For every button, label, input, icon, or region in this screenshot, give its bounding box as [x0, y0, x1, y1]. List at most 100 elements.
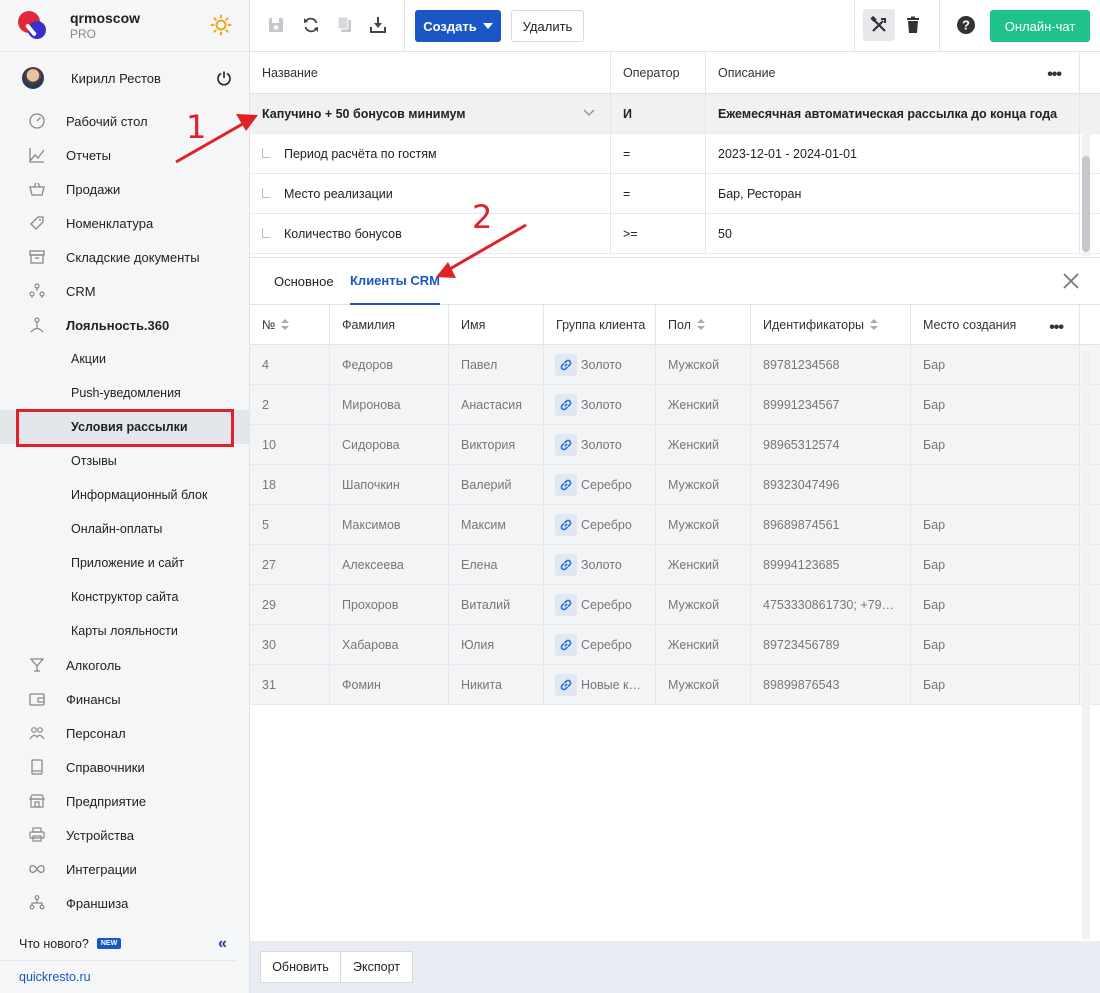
store-icon: [28, 792, 46, 810]
chevron-down-icon[interactable]: [582, 106, 596, 120]
link-icon[interactable]: [555, 393, 577, 416]
sidebar-item[interactable]: Справочники: [0, 750, 249, 784]
create-button[interactable]: Создать: [415, 10, 501, 42]
sidebar-item[interactable]: Номенклатура: [0, 206, 249, 240]
delete-button[interactable]: Удалить: [511, 10, 584, 42]
condition-operator: >=: [611, 214, 706, 253]
sidebar-item[interactable]: Онлайн-оплаты: [0, 512, 249, 546]
sidebar-item[interactable]: Конструктор сайта: [0, 580, 249, 614]
export-button[interactable]: Экспорт: [340, 951, 413, 983]
sidebar-item[interactable]: Предприятие: [0, 784, 249, 818]
help-icon[interactable]: ?: [956, 15, 976, 35]
network-icon: [28, 894, 46, 912]
sidebar-item[interactable]: Персонал: [0, 716, 249, 750]
sidebar-item[interactable]: Складские документы: [0, 240, 249, 274]
sidebar-item[interactable]: Приложение и сайт: [0, 546, 249, 580]
link-icon[interactable]: [555, 593, 577, 616]
collapse-sidebar-icon[interactable]: «: [218, 935, 227, 953]
sidebar-item[interactable]: Интеграции: [0, 852, 249, 886]
table-row[interactable]: 30 Хабарова Юлия Серебро Женский 89723456789 Б…: [250, 625, 1100, 665]
conditions-scrollbar[interactable]: [1082, 96, 1090, 256]
condition-row[interactable]: Количество бонусов >= 50: [250, 214, 1100, 254]
column-header-gender[interactable]: Пол: [656, 305, 751, 344]
table-row[interactable]: 18 Шапочкин Валерий Серебро Мужской 893230474…: [250, 465, 1100, 505]
client-surname-text: Федоров: [342, 357, 393, 372]
clients-scrollbar[interactable]: [1082, 351, 1090, 939]
power-icon[interactable]: [216, 70, 232, 86]
sort-icon[interactable]: [281, 318, 290, 331]
column-header-client-group[interactable]: Группа клиента: [544, 305, 656, 344]
column-header-description[interactable]: Описание •••: [706, 52, 1080, 93]
sidebar-item[interactable]: Push-уведомления: [0, 376, 249, 410]
refresh-button[interactable]: Обновить: [260, 951, 341, 983]
column-header-first-name[interactable]: Имя: [449, 305, 544, 344]
trash-icon[interactable]: [903, 15, 923, 35]
tab-crm-clients[interactable]: Клиенты CRM: [350, 258, 440, 305]
sidebar-item[interactable]: Алкоголь: [0, 648, 249, 682]
infinity-icon: [28, 860, 46, 878]
sort-icon[interactable]: [696, 318, 705, 331]
link-icon[interactable]: [555, 673, 577, 696]
sidebar-item[interactable]: Финансы: [0, 682, 249, 716]
table-row[interactable]: 29 Прохоров Виталий Серебро Мужской 475333086…: [250, 585, 1100, 625]
sidebar-item[interactable]: Рабочий стол: [0, 104, 249, 138]
save-icon[interactable]: [266, 15, 286, 35]
refresh-icon[interactable]: [301, 15, 321, 35]
table-row[interactable]: 4 Федоров Павел Золото Мужской 89781234568 Бар: [250, 345, 1100, 385]
client-group: Новые к…: [544, 665, 656, 704]
tab-main[interactable]: Основное: [274, 258, 334, 305]
copy-icon[interactable]: [335, 15, 355, 35]
more-options-icon[interactable]: •••: [1049, 319, 1064, 337]
client-creation-place-text: Бар: [923, 677, 946, 692]
column-header-name[interactable]: Название: [250, 52, 611, 93]
more-options-icon[interactable]: •••: [1047, 66, 1062, 84]
site-link[interactable]: quickresto.ru: [0, 961, 250, 993]
sidebar-item[interactable]: CRM: [0, 274, 249, 308]
sidebar-item[interactable]: Условия рассылки: [0, 410, 249, 444]
table-row[interactable]: 10 Сидорова Виктория Золото Женский 989653125…: [250, 425, 1100, 465]
client-number-text: 31: [262, 677, 276, 692]
sidebar-item[interactable]: Информационный блок: [0, 478, 249, 512]
toolbar-divider: [404, 0, 405, 52]
table-row[interactable]: 5 Максимов Максим Серебро Мужской 89689874561…: [250, 505, 1100, 545]
table-row[interactable]: 31 Фомин Никита Новые к… Мужской 89899876543 Б…: [250, 665, 1100, 705]
condition-group-row[interactable]: Капучино + 50 бонусов минимум И Ежемесячна…: [250, 94, 1100, 134]
client-first-name-text: Валерий: [461, 477, 512, 492]
condition-row[interactable]: Период расчёта по гостям = 2023-12-01 - 20…: [250, 134, 1100, 174]
link-icon[interactable]: [555, 353, 577, 376]
link-icon[interactable]: [555, 473, 577, 496]
sidebar-item[interactable]: Устройства: [0, 818, 249, 852]
whats-new-link[interactable]: Что нового? NEW «: [0, 927, 236, 961]
column-header-surname[interactable]: Фамилия: [330, 305, 449, 344]
column-header-creation-place[interactable]: Место создания •••: [911, 305, 1080, 344]
column-header-identifiers[interactable]: Идентификаторы: [751, 305, 911, 344]
theme-sun-icon[interactable]: [210, 14, 232, 36]
sidebar-item[interactable]: Продажи: [0, 172, 249, 206]
tools-button[interactable]: [863, 9, 895, 41]
sidebar-item[interactable]: Отчеты: [0, 138, 249, 172]
table-row[interactable]: 27 Алексеева Елена Золото Женский 89994123685…: [250, 545, 1100, 585]
condition-row[interactable]: Место реализации = Бар, Ресторан: [250, 174, 1100, 214]
client-identifiers: 98965312574: [751, 425, 911, 464]
sidebar-item[interactable]: Отзывы: [0, 444, 249, 478]
column-header-operator[interactable]: Оператор: [611, 52, 706, 93]
link-icon[interactable]: [555, 633, 577, 656]
user-block[interactable]: Кирилл Рестов: [0, 52, 249, 104]
column-header-number[interactable]: №: [250, 305, 330, 344]
scroll-thumb[interactable]: [1082, 156, 1090, 252]
table-row[interactable]: 2 Миронова Анастасия Золото Женский 899912345…: [250, 385, 1100, 425]
link-icon[interactable]: [555, 433, 577, 456]
sidebar-item[interactable]: Карты лояльности: [0, 614, 249, 648]
condition-operator: =: [611, 174, 706, 213]
link-icon[interactable]: [555, 513, 577, 536]
sidebar-item[interactable]: Акции: [0, 342, 249, 376]
link-icon[interactable]: [555, 553, 577, 576]
sidebar-item-label: Интеграции: [66, 861, 137, 877]
download-icon[interactable]: [368, 15, 388, 35]
client-creation-place: Бар: [911, 545, 1080, 584]
online-chat-button[interactable]: Онлайн-чат: [990, 10, 1090, 42]
sidebar-item[interactable]: Франшиза: [0, 886, 249, 920]
sidebar-item[interactable]: Лояльность.360: [0, 308, 249, 342]
sort-icon[interactable]: [870, 318, 879, 331]
close-icon[interactable]: [1062, 272, 1080, 290]
